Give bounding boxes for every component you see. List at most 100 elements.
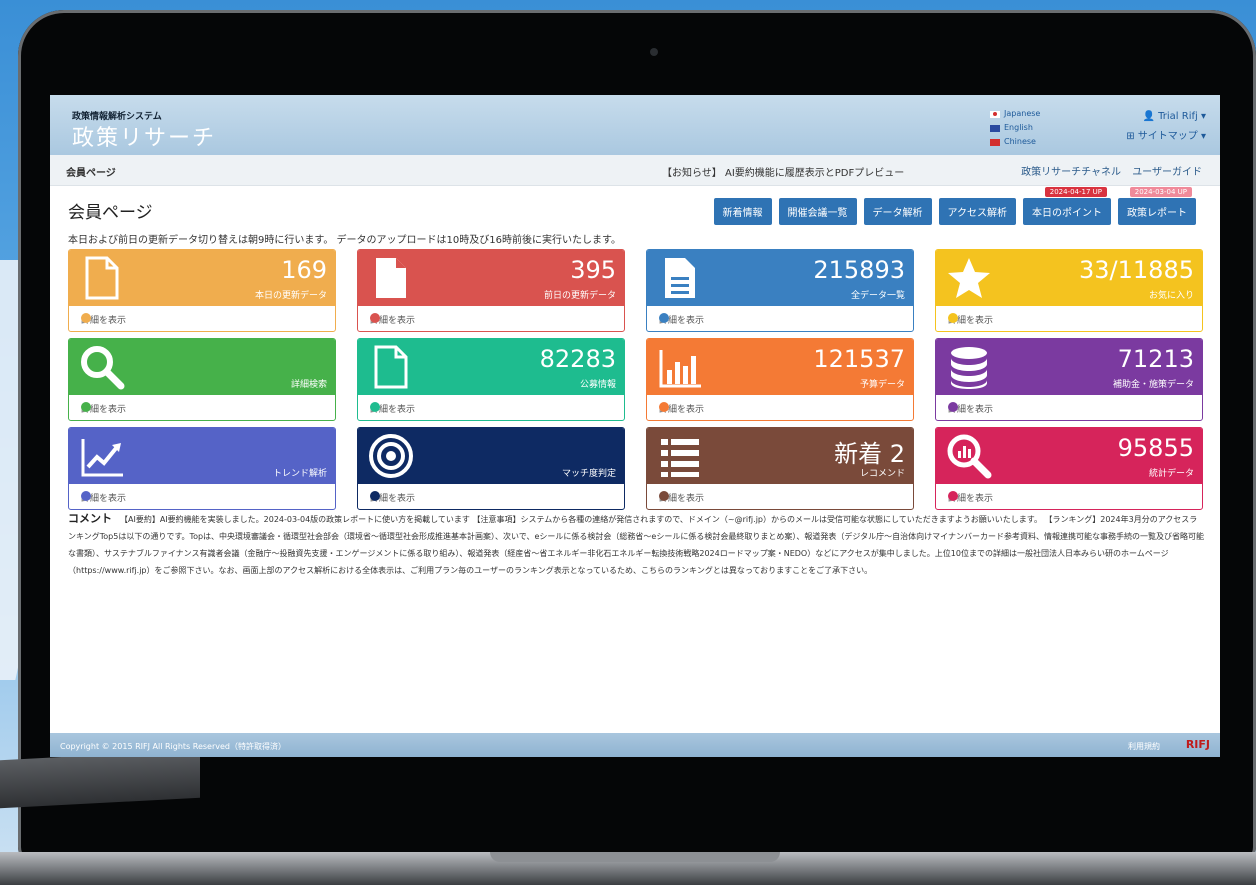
dashboard-tile[interactable]: 82283 公募情報 詳細を表示 [357,338,625,421]
dashboard-tile[interactable]: 詳細検索 詳細を表示 [68,338,336,421]
tile-count: 82283 [539,345,616,373]
user-name: Trial Rifj [1158,111,1198,122]
language-chinese[interactable]: Chinese [990,135,1040,149]
user-dropdown[interactable]: 👤 Trial Rifj ▾ [1126,107,1207,127]
arrow-circle-icon [370,402,380,412]
tile-header: 82283 公募情報 [358,339,624,395]
tile-details-link[interactable]: 詳細を表示 [647,395,913,420]
tile-details-link[interactable]: 詳細を表示 [936,484,1202,509]
tile-count: 95855 [1117,434,1194,462]
tile-label: 予算データ [859,380,905,390]
tile-label: 前日の更新データ [543,291,616,301]
footer: Copyright © 2015 RIFJ All Rights Reserve… [50,733,1220,757]
language-label: English [1004,123,1033,132]
update-badge: 2024-03-04 UP [1129,187,1192,197]
todays-point-button[interactable]: 2024-04-17 UP 本日のポイント [1023,187,1111,225]
tile-header: 169 本日の更新データ [69,250,335,306]
title-bar: 会員ページ 新着情報 開催会議一覧 データ解析 アクセス解析 2024-04-1… [50,186,1220,226]
tile-header: 新着 2 レコメンド [647,428,913,484]
dashboard-tile[interactable]: 395 前日の更新データ 詳細を表示 [357,249,625,332]
database-icon [946,344,992,390]
system-title[interactable]: 政策リサーチ [72,120,216,152]
dashboard-tile[interactable]: 33/11885 お気に入り詳細を表示 [935,249,1203,332]
flag-icon [990,124,1000,132]
arrow-circle-icon [81,402,91,412]
sitemap-label: サイトマップ [1137,131,1198,142]
button-label: アクセス解析 [947,208,1008,219]
dashboard-tile[interactable]: マッチ度判定 詳細を表示 [357,427,625,510]
trend-chart-icon [79,433,125,479]
tile-label: 全データ一覧 [850,291,905,301]
action-buttons: 新着情報 開催会議一覧 データ解析 アクセス解析 2024-04-17 UP 本日… [713,187,1196,225]
tile-details-link[interactable]: 詳細を表示 [69,306,335,331]
tile-header: 95855 統計データ [936,428,1202,484]
arrow-circle-icon [948,402,958,412]
tile-header: トレンド解析 [69,428,335,484]
tile-details-link[interactable]: 詳細を表示 [647,484,913,509]
arrow-circle-icon [948,313,958,323]
tile-header: 395 前日の更新データ [358,250,624,306]
tile-details-link[interactable]: 詳細を表示 [69,484,335,509]
language-selector: Japanese English Chinese [990,107,1040,149]
update-notice: 本日および前日の更新データ切り替えは朝9時に行います。 データのアップロードは1… [68,235,621,246]
language-label: Chinese [1004,137,1036,146]
notice-link[interactable]: 【お知らせ】 AI要約機能に履歴表示とPDFプレビュー [662,164,904,179]
policy-report-button[interactable]: 2024-03-04 UP 政策レポート [1118,187,1196,225]
dashboard-tile[interactable]: 71213 補助金・施策データ 詳細を表示 [935,338,1203,421]
tile-details-link[interactable]: 詳細を表示 [936,395,1202,420]
file-outline-icon [368,344,414,390]
document-text-icon [657,255,703,301]
comment-text: 【AI要約】AI要約機能を実装しました。2024-03-04版の政策レポートに使… [68,515,1204,575]
sitemap-dropdown[interactable]: ⊞ サイトマップ ▾ [1126,127,1206,147]
access-analysis-button[interactable]: アクセス解析 [938,198,1016,225]
dashboard-tile[interactable]: 95855 統計データ 詳細を表示 [935,427,1203,510]
nav-links: 政策リサーチチャネル ユーザーガイド [1021,163,1202,178]
meetings-button[interactable]: 開催会議一覧 [778,198,857,225]
member-page-link[interactable]: 会員ページ [66,164,116,179]
bar-chart-icon [657,344,703,390]
arrow-circle-icon [370,491,380,501]
dashboard-tile[interactable]: 169 本日の更新データ詳細を表示 [68,249,336,332]
tile-label: 本日の更新データ [254,291,327,301]
tile-details-link[interactable]: 詳細を表示 [358,484,624,509]
app-screen: 政策情報解析システム 政策リサーチ Japanese English Chine… [50,95,1220,757]
user-icon: 👤 [1142,111,1155,122]
tile-details-link[interactable]: 詳細を表示 [358,306,624,331]
star-icon [946,255,992,301]
arrow-circle-icon [659,491,669,501]
tile-details-link[interactable]: 詳細を表示 [936,306,1202,331]
language-label: Japanese [1004,109,1041,118]
arrow-circle-icon [81,491,91,501]
data-analysis-button[interactable]: データ解析 [863,198,932,225]
arrow-circle-icon [370,313,380,323]
button-label: 本日のポイント [1032,208,1102,219]
tile-count: 169 [281,256,327,284]
dashboard-tile[interactable]: 121537 予算データ 詳細を表示 [646,338,914,421]
tile-header: 215893 全データ一覧 [647,250,913,306]
search-icon [79,344,125,390]
tile-count: 33/11885 [1079,256,1194,284]
camera-dot [650,48,658,56]
button-label: データ解析 [872,208,923,219]
laptop-notch [490,852,780,862]
news-button[interactable]: 新着情報 [713,198,772,225]
document-outline-icon [79,255,125,301]
channel-link[interactable]: 政策リサーチチャネル [1021,167,1121,178]
tile-label: お気に入り [1148,291,1194,301]
tile-header: 33/11885 お気に入り [936,250,1202,306]
tile-count: 新着 2 [834,440,905,468]
arrow-circle-icon [81,313,91,323]
document-solid-icon [368,255,414,301]
tile-details-link[interactable]: 詳細を表示 [358,395,624,420]
language-japanese[interactable]: Japanese [990,107,1040,121]
dashboard-tile[interactable]: トレンド解析 詳細を表示 [68,427,336,510]
terms-link[interactable]: 利用規約 [1128,741,1160,752]
tile-details-link[interactable]: 詳細を表示 [647,306,913,331]
stat-search-icon [946,433,992,479]
dashboard-tile[interactable]: 新着 2 レコメンド 詳細を表示 [646,427,914,510]
tile-details-link[interactable]: 詳細を表示 [69,395,335,420]
dashboard-tile[interactable]: 215893 全データ一覧 詳細を表示 [646,249,914,332]
user-guide-link[interactable]: ユーザーガイド [1132,167,1202,178]
language-english[interactable]: English [990,121,1040,135]
update-badge: 2024-04-17 UP [1044,187,1107,197]
